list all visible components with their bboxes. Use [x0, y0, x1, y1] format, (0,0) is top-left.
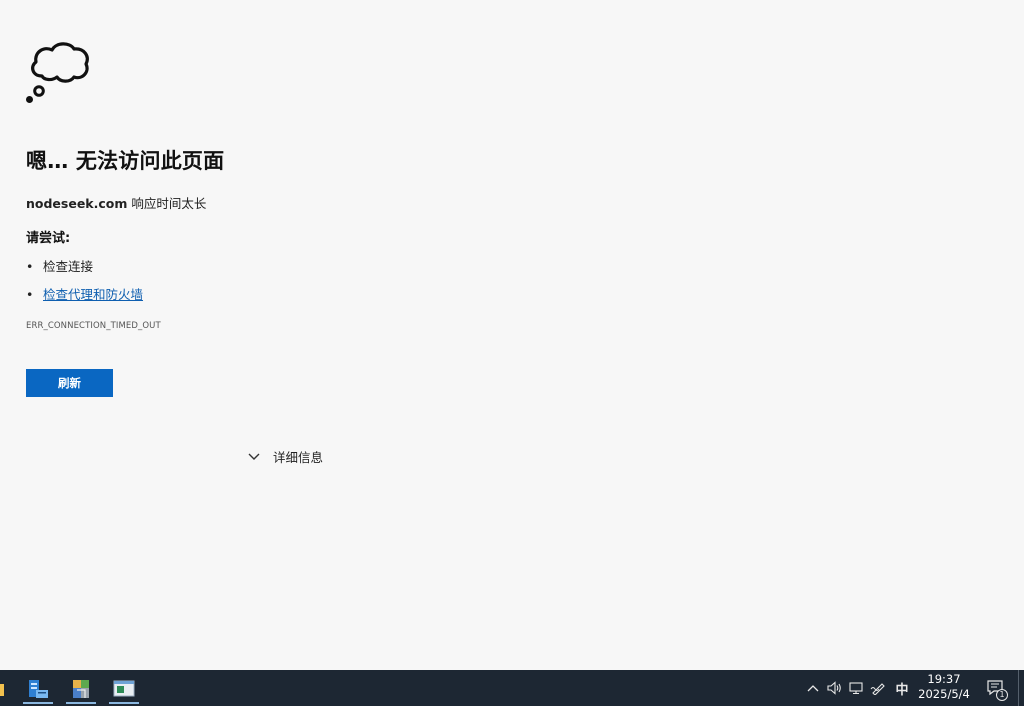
active-indicator — [66, 702, 96, 704]
app-icon[interactable] — [64, 673, 98, 704]
details-toggle[interactable]: 详细信息 — [247, 447, 323, 466]
server-manager-icon[interactable] — [21, 673, 55, 704]
network-icon[interactable] — [845, 670, 867, 706]
date-label: 2025/5/4 — [918, 687, 970, 701]
notification-count: 1 — [996, 689, 1008, 701]
pen-icon[interactable] — [867, 670, 889, 706]
active-indicator — [23, 702, 53, 704]
ime-indicator[interactable]: 中 — [891, 670, 913, 706]
error-description: nodeseek.com 响应时间太长 — [26, 193, 206, 212]
notification-icon[interactable]: 1 — [983, 670, 1009, 706]
refresh-button[interactable]: 刷新 — [26, 369, 113, 397]
chevron-up-icon[interactable] — [803, 670, 823, 706]
error-message: 响应时间太长 — [127, 196, 207, 211]
check-proxy-firewall-link[interactable]: 检查代理和防火墙 — [43, 287, 143, 302]
show-desktop-button[interactable] — [1018, 670, 1024, 706]
chevron-down-icon — [248, 453, 260, 460]
page-title: 嗯… 无法访问此页面 — [26, 149, 225, 173]
bullet-dot: • — [26, 287, 34, 302]
try-heading: 请尝试: — [26, 231, 71, 246]
details-label: 详细信息 — [273, 450, 324, 465]
time-label: 19:37 — [927, 672, 961, 686]
volume-icon[interactable] — [823, 670, 845, 706]
browser-error-page: 嗯… 无法访问此页面 nodeseek.com 响应时间太长 请尝试: • 检查连… — [0, 0, 1024, 670]
suggestion-item: • 检查连接 — [26, 256, 93, 275]
taskbar: 中 19:37 2025/5/4 1 — [0, 670, 1024, 706]
thought-cloud-icon — [26, 42, 89, 103]
active-indicator — [109, 702, 139, 704]
folder-icon[interactable] — [0, 673, 8, 704]
check-connection-text: 检查连接 — [43, 259, 94, 274]
window-app-icon[interactable] — [107, 673, 141, 704]
clock[interactable]: 19:37 2025/5/4 — [914, 672, 974, 704]
suggestion-item: • 检查代理和防火墙 — [26, 284, 143, 303]
bullet-dot: • — [26, 259, 34, 274]
host-name: nodeseek.com — [26, 196, 128, 211]
error-code: ERR_CONNECTION_TIMED_OUT — [26, 321, 161, 331]
